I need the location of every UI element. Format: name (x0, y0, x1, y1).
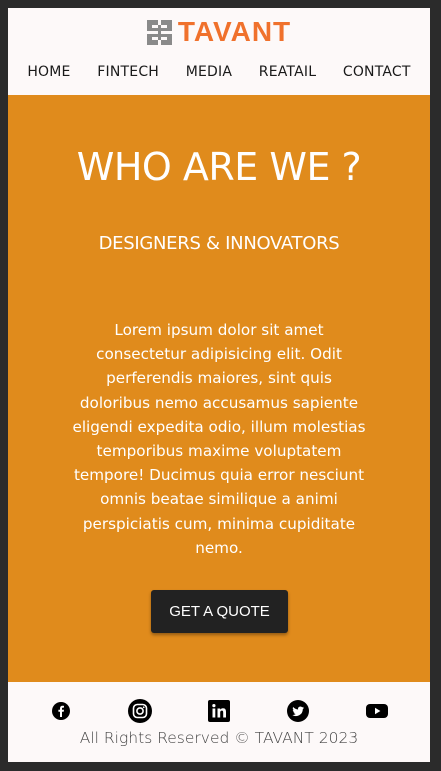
facebook-icon[interactable] (49, 699, 73, 723)
hero-subtitle: DESIGNERS & INNOVATORS (98, 233, 340, 254)
logo-mark-icon (146, 19, 172, 45)
youtube-icon[interactable] (365, 699, 389, 723)
social-links (8, 699, 430, 723)
brand-name: TAVANT (177, 16, 292, 47)
nav-item-home[interactable]: HOME (27, 64, 70, 80)
hero-body-text: Lorem ipsum dolor sit amet consectetur a… (72, 321, 366, 557)
instagram-icon[interactable] (128, 699, 153, 723)
page-frame: TAVANT HOME FINTECH MEDIA REATAIL CONTAC… (8, 8, 430, 762)
site-header: TAVANT HOME FINTECH MEDIA REATAIL CONTAC… (8, 8, 430, 95)
main-nav: HOME FINTECH MEDIA REATAIL CONTACT (8, 64, 430, 80)
get-quote-button[interactable]: GET A QUOTE (151, 590, 288, 633)
nav-item-media[interactable]: MEDIA (186, 64, 232, 80)
nav-item-fintech[interactable]: FINTECH (97, 64, 159, 80)
hero-title: WHO ARE WE ? (76, 145, 362, 189)
twitter-icon[interactable] (286, 699, 310, 723)
site-footer: All Rights Reserved © TAVANT 2023 (8, 682, 430, 762)
linkedin-icon[interactable] (207, 699, 231, 723)
hero-section: WHO ARE WE ? DESIGNERS & INNOVATORS Lore… (8, 95, 430, 682)
copyright-text: All Rights Reserved © TAVANT 2023 (79, 729, 359, 747)
brand-logo[interactable]: TAVANT (8, 16, 430, 48)
nav-item-contact[interactable]: CONTACT (343, 64, 411, 80)
nav-item-retail[interactable]: REATAIL (259, 64, 316, 80)
